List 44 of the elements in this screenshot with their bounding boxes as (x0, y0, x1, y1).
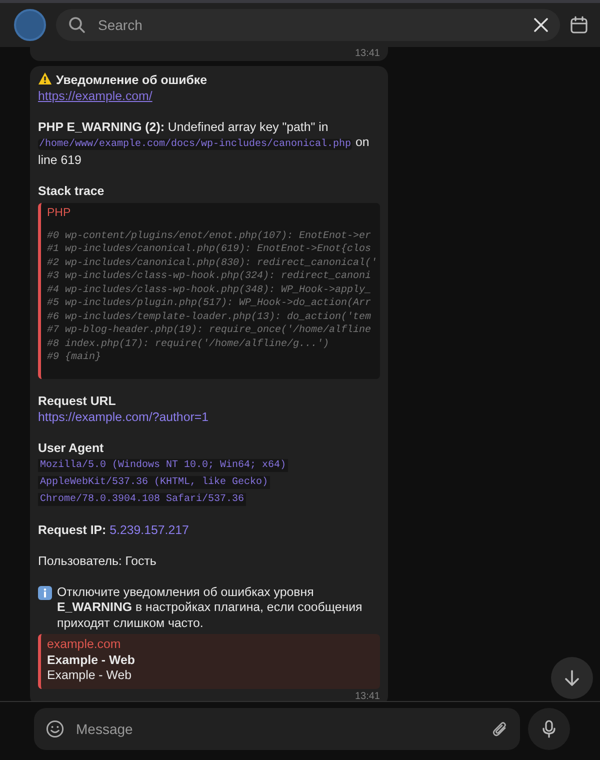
message-input[interactable]: Message (74, 720, 482, 738)
scroll-down-button[interactable] (551, 657, 593, 699)
warning-icon (38, 72, 52, 85)
search-icon (68, 16, 86, 34)
link-preview-card[interactable]: example.com Example - Web Example - Web (38, 634, 380, 688)
paperclip-icon[interactable] (492, 720, 508, 738)
info-icon (38, 586, 52, 600)
site-link[interactable]: https://example.com/ (38, 88, 152, 102)
stack-trace-line: #8 index.php(17): require('/home/alfline/g...') (47, 338, 330, 351)
microphone-button[interactable] (528, 708, 570, 750)
request-url-link[interactable]: https://example.com/?author=1 (38, 410, 208, 424)
file-path: /home/www/example.com/docs/wp-includes/canonical.php (38, 139, 352, 150)
preview-description: Example - Web (47, 668, 132, 684)
code-language: PHP (47, 206, 72, 221)
close-icon[interactable] (534, 18, 548, 32)
calendar-icon[interactable] (570, 16, 588, 34)
avatar-icon[interactable] (14, 9, 46, 41)
message-time: 13:41 (354, 690, 380, 701)
notice-text: Отключите уведомления об ошибках уровня E_WARNING в настройках плагина, если сообщения приходят слишком часто. (57, 584, 364, 631)
stack-trace-line: #9 {main} (47, 351, 102, 364)
message-title: Уведомление об ошибке (56, 73, 207, 87)
emoji-icon[interactable] (46, 720, 64, 738)
stack-trace-line: #7 wp-blog-header.php(19): require_once('/home/alfline (47, 324, 372, 338)
stack-trace-line: #6 wp-includes/template-loader.php(13): do_action('tem (47, 310, 372, 324)
section-heading: Request URL (38, 394, 117, 410)
search-field[interactable]: Search (56, 9, 560, 41)
preview-site-name: example.com (47, 637, 122, 652)
stack-trace-line: #2 wp-includes/canonical.php(830): redirect_canonical(' (47, 256, 378, 270)
section-heading: User Agent (38, 440, 105, 456)
request-ip-label: Request IP: (38, 522, 106, 536)
stack-trace-line: #0 wp-content/plugins/enot/enot.php(107): EnotEnot->er (47, 230, 372, 243)
section-heading: Stack trace (38, 184, 106, 199)
message-field[interactable]: Message (34, 708, 520, 750)
arrow-down-icon (564, 670, 580, 686)
stack-trace-line: #1 wp-includes/canonical.php(619): EnotEnot->Enot{clos (47, 243, 372, 256)
user-text: Пользователь: Гость (38, 554, 158, 569)
stack-trace-line: #3 wp-includes/class-wp-hook.php(324): redirect_canoni (47, 270, 372, 284)
error-text: PHP E_WARNING (2): Undefined array key "path" in /home/www/example.com/docs/wp-includes/canonical.php on line 619 (38, 120, 370, 168)
message-time: 13:41 (354, 48, 380, 59)
request-ip-value: 5.239.157.217 (110, 522, 189, 536)
stack-trace-line: #4 wp-includes/class-wp-hook.php(348): WP_Hook->apply_ (47, 284, 372, 297)
preview-title: Example - Web (47, 652, 136, 668)
microphone-icon (542, 720, 556, 738)
stack-trace-line: #5 wp-includes/plugin.php(517): WP_Hook->do_action(Arr (47, 297, 372, 310)
